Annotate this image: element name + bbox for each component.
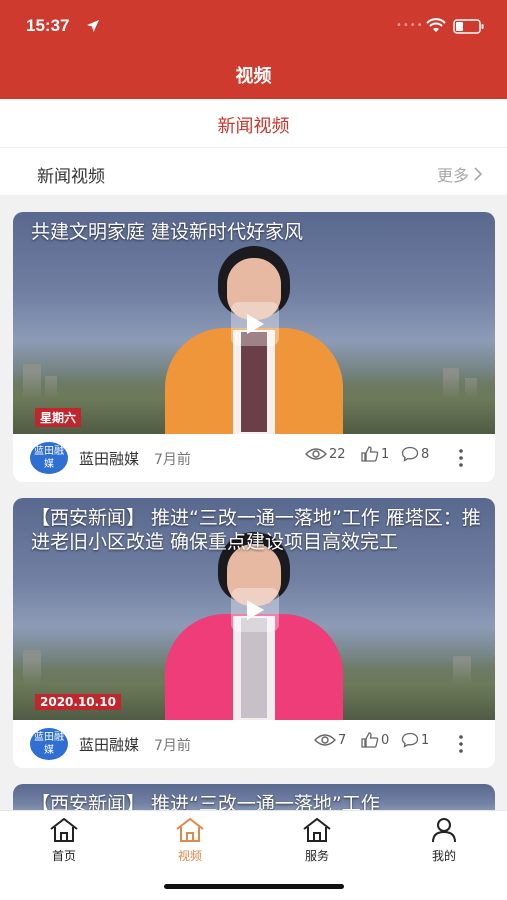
- chevron-right-icon: [474, 167, 483, 181]
- author-name[interactable]: 蓝田融媒: [79, 448, 139, 469]
- section-header: 新闻视频 更多: [0, 147, 507, 195]
- subtab-bar: 新闻视频: [0, 99, 507, 147]
- tab-home[interactable]: 首页: [24, 817, 104, 864]
- tab-label: 视频: [177, 849, 202, 863]
- tab-label: 我的: [431, 849, 456, 863]
- time-ago: 7月前: [154, 452, 191, 468]
- more-options-icon[interactable]: [453, 732, 469, 756]
- app-header: 15:37 •••• 视频: [0, 0, 507, 99]
- video-card[interactable]: 【西安新闻】 推进“三改一通一落地”工作 雁塔区：推进老旧小区改造 确保重点建设…: [13, 498, 495, 768]
- video-thumbnail[interactable]: 【西安新闻】 推进“三改一通一落地”工作 雁塔区：推进老旧小区改造 确保重点建设…: [13, 498, 495, 720]
- page-title: 视频: [235, 66, 272, 87]
- like-count: 1: [381, 446, 390, 462]
- home-icon: [50, 817, 78, 842]
- author-name[interactable]: 蓝田融媒: [79, 734, 139, 755]
- service-icon: [303, 817, 331, 842]
- battery-icon: [453, 19, 484, 34]
- play-button[interactable]: [231, 588, 279, 632]
- play-icon: [247, 600, 264, 620]
- view-count-value: 22: [329, 446, 346, 462]
- video-date-tag: 星期六: [35, 408, 82, 427]
- signal-dots-icon: ••••: [396, 20, 424, 31]
- status-time: 15:37: [26, 16, 70, 35]
- status-bar: 15:37 ••••: [0, 12, 507, 40]
- section-title: 新闻视频: [37, 167, 105, 187]
- like-button[interactable]: 0: [361, 732, 389, 748]
- eye-icon: [305, 448, 327, 460]
- like-button[interactable]: 1: [361, 446, 389, 462]
- more-options-icon[interactable]: [453, 446, 469, 470]
- video-title: 【西安新闻】 推进“三改一通一落地”工作 雁塔区：推进老旧小区改造 确保重点建设…: [31, 507, 481, 553]
- video-meta: 蓝田融媒 蓝田融媒 7月前 7 0 1: [13, 720, 495, 768]
- more-label: 更多: [436, 166, 469, 185]
- more-button[interactable]: 更多: [437, 162, 483, 186]
- comment-button[interactable]: 1: [401, 732, 429, 748]
- comment-icon: [401, 732, 419, 748]
- video-home-icon: [176, 817, 204, 842]
- view-count: 7: [314, 732, 346, 748]
- view-count: 22: [305, 446, 346, 462]
- eye-icon: [314, 734, 336, 746]
- thumb-up-icon: [361, 446, 379, 462]
- play-button[interactable]: [231, 302, 279, 346]
- comment-button[interactable]: 8: [401, 446, 429, 462]
- video-meta: 蓝田融媒 蓝田融媒 7月前 22 1 8: [13, 434, 495, 482]
- comment-icon: [401, 446, 419, 462]
- comment-count: 8: [421, 446, 430, 462]
- tab-service[interactable]: 服务: [277, 817, 357, 864]
- wifi-icon: [426, 18, 446, 32]
- avatar[interactable]: 蓝田融媒: [30, 442, 68, 474]
- play-icon: [247, 314, 264, 334]
- view-count-value: 7: [338, 732, 347, 748]
- video-date-tag: 2020.10.10: [35, 694, 121, 710]
- video-title: 共建文明家庭 建设新时代好家风: [31, 221, 304, 243]
- tab-video[interactable]: 视频: [150, 817, 230, 864]
- thumb-up-icon: [361, 732, 379, 748]
- home-indicator: [164, 884, 344, 889]
- subtab-news-video[interactable]: 新闻视频: [0, 112, 507, 138]
- avatar[interactable]: 蓝田融媒: [30, 728, 68, 760]
- tab-profile[interactable]: 我的: [404, 817, 484, 864]
- profile-icon: [432, 818, 456, 843]
- time-ago: 7月前: [154, 738, 191, 754]
- comment-count: 1: [421, 732, 430, 748]
- video-thumbnail[interactable]: 共建文明家庭 建设新时代好家风 星期六: [13, 212, 495, 434]
- like-count: 0: [381, 732, 390, 748]
- location-arrow-icon: [87, 20, 99, 32]
- tab-label: 首页: [51, 849, 76, 863]
- tab-label: 服务: [304, 849, 329, 863]
- video-card[interactable]: 共建文明家庭 建设新时代好家风 星期六 蓝田融媒 蓝田融媒 7月前 22 1 8: [13, 212, 495, 482]
